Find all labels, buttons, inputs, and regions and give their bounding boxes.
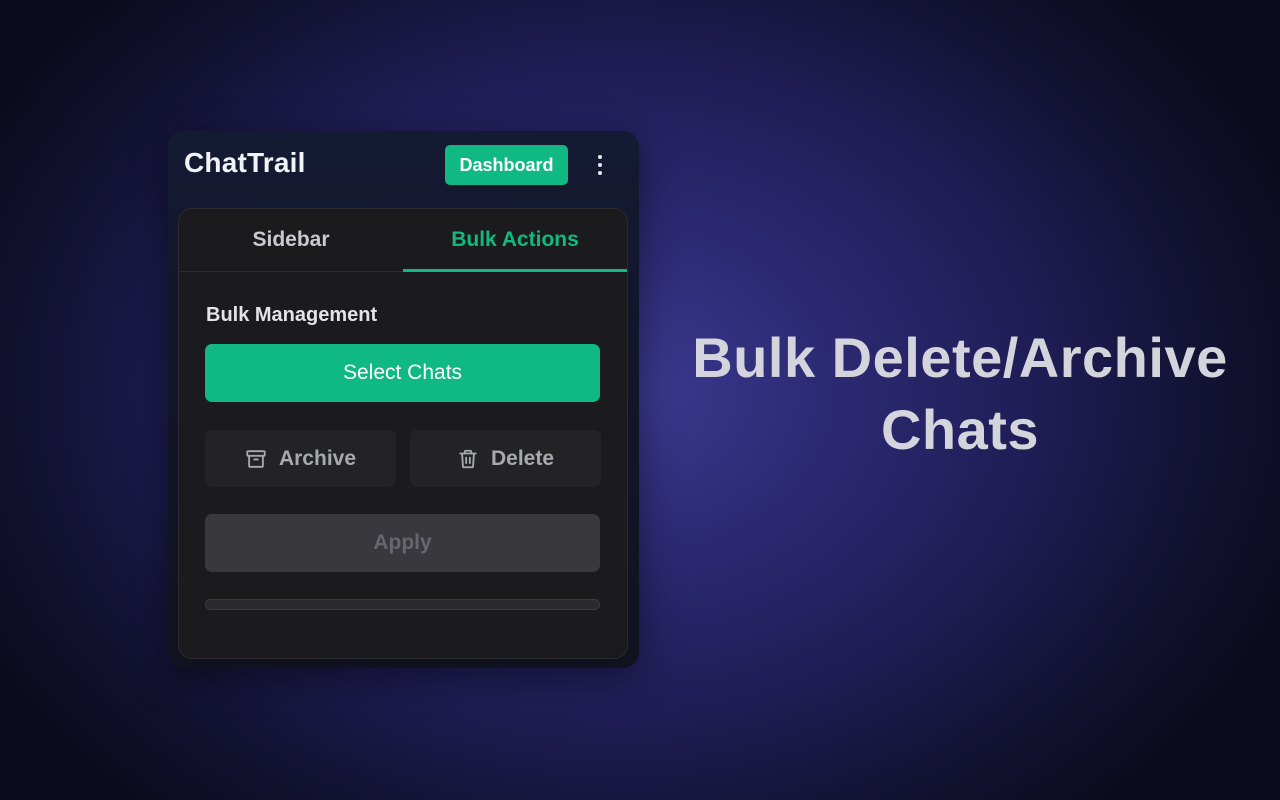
menu-dot [598,155,602,159]
dashboard-button[interactable]: Dashboard [445,145,568,185]
delete-label: Delete [490,446,555,470]
apply-button: Apply [205,514,600,572]
headline-line-1: Bulk Delete/Archive [692,326,1228,389]
content-card: Sidebar Bulk Actions Bulk Management Sel… [178,208,628,659]
menu-dot [598,171,602,175]
select-chats-button[interactable]: Select Chats [205,344,600,402]
archive-label: Archive [278,446,357,470]
menu-dot [598,163,602,167]
more-vertical-icon[interactable] [588,151,612,179]
progress-bar [205,599,600,610]
headline-line-2: Chats [880,398,1040,461]
trash-icon [459,449,477,468]
tab-bulk-actions[interactable]: Bulk Actions [403,209,627,272]
archive-icon [246,449,266,468]
tab-sidebar[interactable]: Sidebar [179,209,403,271]
promo-headline: Bulk Delete/Archive Chats [660,322,1260,466]
extension-popup: ChatTrail Dashboard Sidebar Bulk Actions… [168,131,639,668]
delete-button[interactable]: Delete [410,430,601,487]
tab-bar: Sidebar Bulk Actions [179,209,627,272]
section-title: Bulk Management [206,304,378,326]
archive-button[interactable]: Archive [205,430,396,487]
brand-title: ChatTrail [184,147,306,178]
